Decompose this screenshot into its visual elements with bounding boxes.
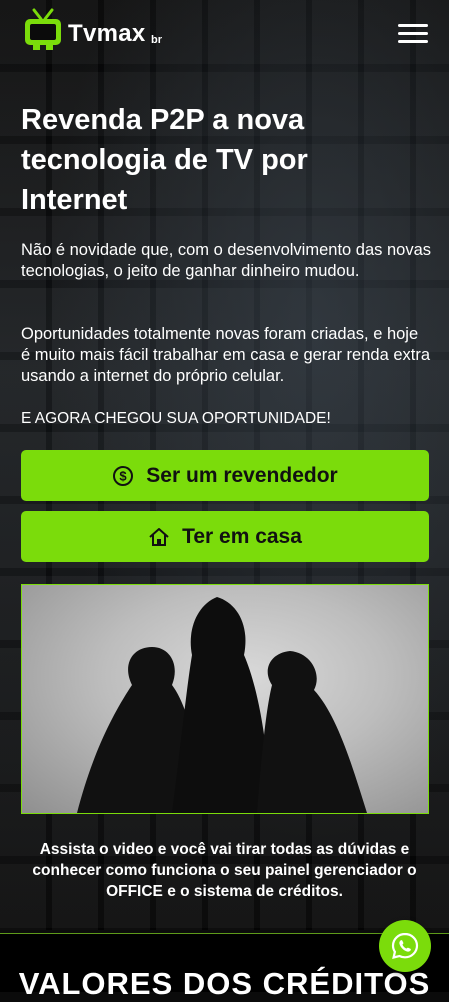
tv-logo-icon — [25, 8, 61, 50]
home-button[interactable]: Ter em casa — [21, 511, 429, 562]
hero-paragraph-3: E AGORA CHEGOU SUA OPORTUNIDADE! — [21, 410, 331, 427]
brand-name: Tvmax — [68, 20, 146, 47]
reseller-button[interactable]: $ Ser um revendedor — [21, 450, 429, 501]
site-header: Tvmax br — [0, 0, 449, 70]
brand-suffix: br — [151, 34, 162, 46]
reseller-button-label: Ser um revendedor — [146, 463, 338, 487]
hero-paragraph-2: Oportunidades totalmente novas foram cri… — [21, 325, 431, 385]
whatsapp-button[interactable] — [379, 920, 431, 972]
video-player[interactable] — [21, 584, 429, 814]
video-caption: Assista o video e você vai tirar todas a… — [32, 841, 417, 900]
whatsapp-icon — [391, 932, 419, 960]
hero-paragraph-1: Não é novidade que, com o desenvolviment… — [21, 241, 432, 280]
video-thumbnail-silhouettes — [77, 597, 367, 813]
credits-section-title: VALORES DOS CRÉDITOS — [18, 966, 431, 1001]
home-button-label: Ter em casa — [182, 524, 302, 548]
hero-title: Revenda P2P a nova tecnologia de TV por … — [21, 104, 308, 216]
brand-logo[interactable]: Tvmax br — [24, 8, 174, 52]
hamburger-menu-icon[interactable] — [396, 22, 430, 46]
home-icon — [149, 527, 169, 546]
svg-text:$: $ — [120, 468, 128, 483]
dollar-coin-icon: $ — [113, 465, 134, 486]
